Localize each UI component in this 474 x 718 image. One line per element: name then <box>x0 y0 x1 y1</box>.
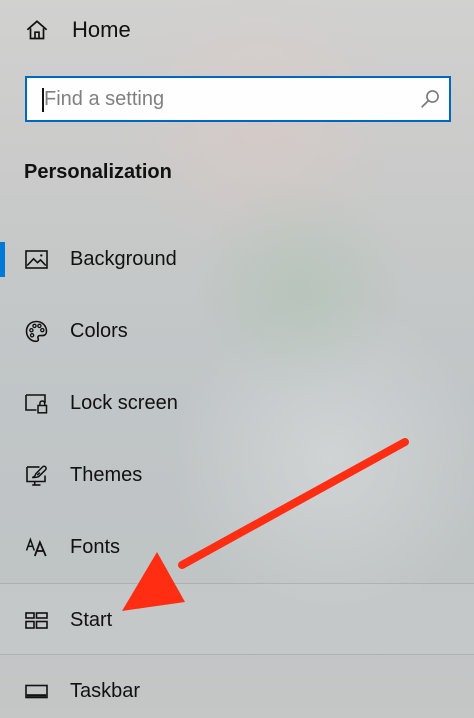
sidebar-item-background[interactable]: Background <box>0 223 474 295</box>
start-icon <box>24 608 49 633</box>
sidebar-item-label: Lock screen <box>70 392 178 414</box>
fonts-icon <box>24 535 49 560</box>
taskbar-icon <box>24 679 49 704</box>
home-icon <box>25 18 49 42</box>
sidebar-item-label: Background <box>70 248 177 270</box>
sidebar-item-themes[interactable]: Themes <box>0 439 474 511</box>
search-input[interactable] <box>37 78 414 120</box>
settings-navigation-pane: Home Personalization Background <box>0 0 474 718</box>
palette-icon <box>24 319 49 344</box>
home-label: Home <box>72 17 131 42</box>
home-nav-item[interactable]: Home <box>0 0 474 58</box>
sidebar-item-taskbar[interactable]: Taskbar <box>0 655 474 718</box>
sidebar-item-start[interactable]: Start <box>0 583 474 655</box>
sidebar-item-label: Themes <box>70 464 143 486</box>
sidebar-item-label: Colors <box>70 320 128 342</box>
sidebar-item-lock-screen[interactable]: Lock screen <box>0 367 474 439</box>
sidebar-item-colors[interactable]: Colors <box>0 295 474 367</box>
background-icon <box>24 247 49 272</box>
section-title: Personalization <box>24 161 172 183</box>
sidebar-item-fonts[interactable]: Fonts <box>0 511 474 583</box>
sidebar-item-label: Start <box>70 609 113 631</box>
search-box[interactable] <box>25 76 451 122</box>
sidebar-item-label: Fonts <box>70 536 121 558</box>
sidebar-item-label: Taskbar <box>70 680 141 702</box>
lock-screen-icon <box>24 391 49 416</box>
search-icon[interactable] <box>419 88 441 110</box>
themes-icon <box>24 463 49 488</box>
